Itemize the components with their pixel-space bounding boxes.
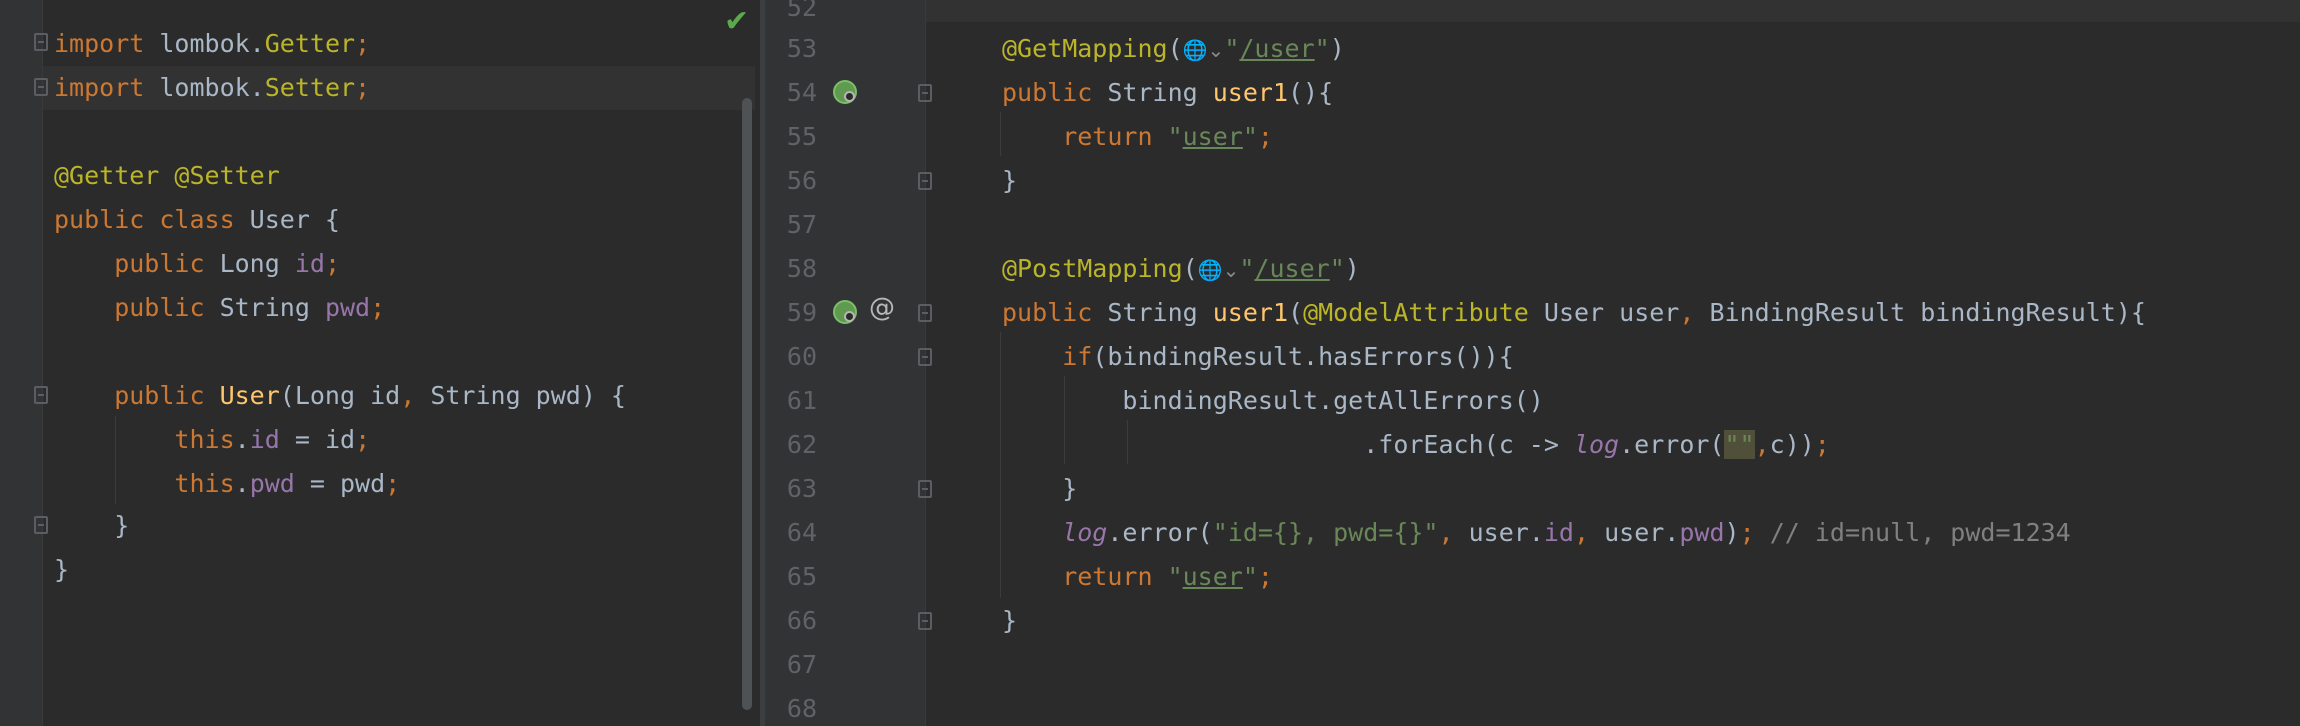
fold-marker[interactable] (918, 480, 932, 498)
fold-marker[interactable] (918, 84, 932, 102)
code-line: log.error("id={}, pwd={}", user.id, user… (1002, 518, 2071, 547)
fold-marker[interactable] (918, 348, 932, 366)
line-number: 55 (786, 122, 817, 151)
code-line: @PostMapping(🌐⌄"/user") (1002, 247, 1360, 291)
spring-bean-icon[interactable] (833, 300, 857, 324)
indent-guide (1000, 112, 1001, 156)
vertical-scrollbar[interactable] (742, 98, 752, 710)
code-line: bindingResult.getAllErrors() (1002, 386, 1544, 415)
code-line: } (1002, 606, 1018, 635)
line-number: 64 (786, 518, 817, 547)
code-line: public class User { (54, 205, 340, 234)
line-number: 66 (786, 606, 817, 635)
code-line: public String user1(@ModelAttribute User… (1002, 298, 2146, 327)
fold-marker[interactable] (34, 33, 48, 51)
code-line: this.id = id; (54, 425, 371, 454)
line-number: 65 (786, 562, 817, 591)
globe-icon[interactable]: 🌐⌄ (1198, 248, 1240, 292)
line-number: 59 (786, 298, 817, 327)
code-line: public String pwd; (54, 293, 386, 322)
line-number: 62 (786, 430, 817, 459)
spring-bean-icon[interactable] (833, 80, 857, 104)
code-line: public User(Long id, String pwd) { (54, 381, 626, 410)
current-line-highlight (926, 0, 2300, 22)
fold-marker[interactable] (34, 386, 48, 404)
fold-marker[interactable] (34, 516, 48, 534)
fold-marker[interactable] (34, 78, 48, 96)
line-number: 57 (786, 210, 817, 239)
code-line: return "user"; (1002, 122, 1273, 151)
fold-marker[interactable] (918, 304, 932, 322)
code-line: public Long id; (54, 249, 340, 278)
fold-marker[interactable] (918, 612, 932, 630)
line-number: 52 (786, 0, 817, 22)
code-line: @GetMapping(🌐⌄"/user") (1002, 27, 1345, 71)
globe-icon[interactable]: 🌐⌄ (1183, 28, 1225, 72)
left-gutter[interactable] (0, 0, 42, 726)
code-line: } (1002, 474, 1078, 503)
code-line: if(bindingResult.hasErrors()){ (1002, 342, 1514, 371)
left-editor-pane[interactable]: ✔ import lombok.Getter; import lombok.Se… (0, 0, 760, 726)
line-number: 58 (786, 254, 817, 283)
at-icon[interactable]: @ (869, 293, 895, 323)
right-editor-pane[interactable]: 52 53 54 55 56 57 58 59 60 61 62 63 64 6… (765, 0, 2300, 726)
code-line: this.pwd = pwd; (54, 469, 401, 498)
line-number: 56 (786, 166, 817, 195)
code-line: return "user"; (1002, 562, 1273, 591)
line-number: 54 (786, 78, 817, 107)
line-number: 61 (786, 386, 817, 415)
fold-marker[interactable] (918, 172, 932, 190)
code-line: } (54, 511, 130, 540)
code-line: .forEach(c -> log.error("",c)); (1002, 430, 1830, 459)
line-number: 68 (786, 694, 817, 723)
line-number: 60 (786, 342, 817, 371)
code-line: } (54, 555, 70, 584)
line-number: 53 (786, 34, 817, 63)
line-number: 63 (786, 474, 817, 503)
indent-guide (1000, 332, 1001, 598)
code-line: @Getter @Setter (54, 161, 280, 190)
inspection-ok-icon[interactable]: ✔ (724, 4, 749, 39)
code-line: import lombok.Setter; (54, 73, 371, 102)
code-line: public String user1(){ (1002, 78, 1334, 107)
code-line: import lombok.Getter; (54, 29, 371, 58)
line-number: 67 (786, 650, 817, 679)
code-line: } (1002, 166, 1018, 195)
